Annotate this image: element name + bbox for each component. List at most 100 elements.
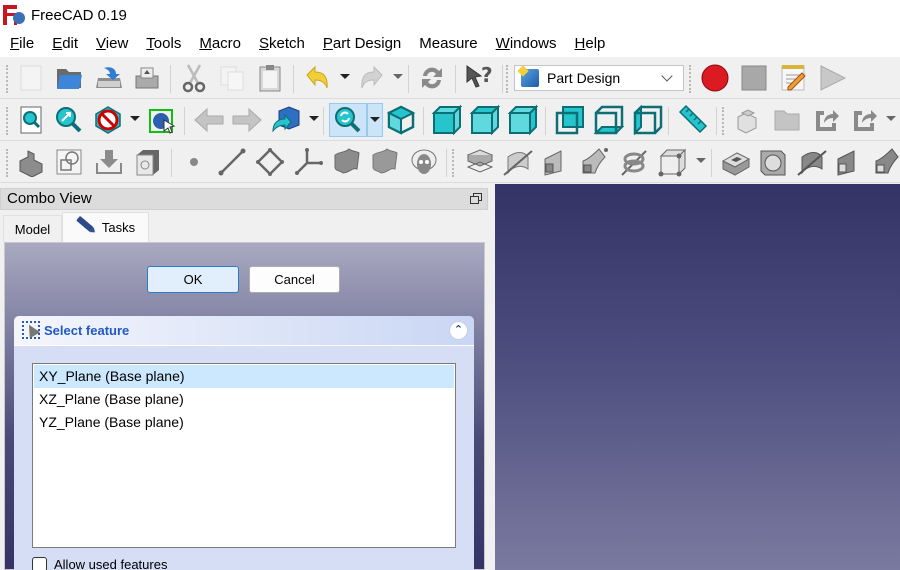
- create-sketch-icon: [56, 149, 82, 175]
- tab-tasks[interactable]: Tasks: [62, 212, 149, 242]
- left-view-button[interactable]: [630, 103, 664, 137]
- menu-tools[interactable]: Tools: [140, 30, 187, 57]
- toolbar-grip[interactable]: [6, 65, 9, 93]
- allow-used-features-label[interactable]: Allow used features: [54, 557, 167, 570]
- view-back-button[interactable]: [192, 103, 226, 137]
- paste-icon: [259, 65, 281, 92]
- link-actions-button[interactable]: [846, 103, 880, 137]
- view-forward-button[interactable]: [230, 103, 264, 137]
- toolbar-grip[interactable]: [6, 107, 9, 135]
- pocket-button[interactable]: [718, 145, 752, 179]
- create-sketch-button[interactable]: [52, 145, 86, 179]
- bottom-view-button[interactable]: [591, 103, 625, 137]
- macro-edit-button[interactable]: [776, 61, 810, 95]
- cut-button[interactable]: [177, 61, 211, 95]
- ok-button[interactable]: OK: [147, 266, 239, 293]
- fit-selection-button[interactable]: [52, 103, 86, 137]
- menu-view[interactable]: View: [90, 30, 134, 57]
- draw-style-dropdown-icon[interactable]: [130, 116, 140, 121]
- front-view-button[interactable]: [429, 103, 463, 137]
- refresh-button[interactable]: [415, 61, 449, 95]
- menu-macro[interactable]: Macro: [193, 30, 247, 57]
- additive-helix-button[interactable]: [617, 145, 651, 179]
- save-button[interactable]: [92, 61, 126, 95]
- list-item[interactable]: YZ_Plane (Base plane): [34, 411, 454, 434]
- menu-sketch[interactable]: Sketch: [253, 30, 311, 57]
- revolution-button[interactable]: [501, 145, 535, 179]
- menu-label: ile: [19, 35, 35, 52]
- additive-pipe-button[interactable]: [578, 145, 612, 179]
- toolbar-grip[interactable]: [452, 149, 455, 177]
- link-button[interactable]: [808, 103, 842, 137]
- hole-button[interactable]: [756, 145, 790, 179]
- new-document-button[interactable]: [14, 61, 48, 95]
- bounding-box-button[interactable]: [145, 103, 179, 137]
- macro-execute-button[interactable]: [815, 61, 849, 95]
- datum-plane-button[interactable]: [253, 145, 287, 179]
- right-view-button[interactable]: [505, 103, 539, 137]
- menu-file[interactable]: File: [4, 30, 40, 57]
- redo-button[interactable]: [355, 61, 389, 95]
- allow-used-features-checkbox[interactable]: [32, 557, 47, 570]
- menu-help[interactable]: Help: [569, 30, 612, 57]
- toolbar-grip[interactable]: [506, 65, 509, 93]
- undo-dropdown-icon[interactable]: [340, 74, 350, 79]
- additive-loft-button[interactable]: [540, 145, 574, 179]
- link-actions-dropdown-icon[interactable]: [886, 116, 896, 121]
- feature-list[interactable]: XY_Plane (Base plane) XZ_Plane (Base pla…: [32, 363, 456, 548]
- sync-view-button[interactable]: [329, 103, 367, 137]
- toolbar-grip[interactable]: [689, 65, 692, 93]
- redo-dropdown-icon[interactable]: [393, 74, 403, 79]
- subtractive-pipe-button[interactable]: [871, 145, 900, 179]
- macro-stop-button[interactable]: [737, 61, 771, 95]
- fit-all-button[interactable]: [14, 103, 48, 137]
- datum-point-button[interactable]: [177, 145, 211, 179]
- collapse-section-button[interactable]: ⌃: [449, 321, 468, 340]
- tab-model[interactable]: Model: [3, 215, 62, 242]
- isometric-view-button[interactable]: [384, 103, 418, 137]
- part-icon: [737, 109, 757, 134]
- copy-button[interactable]: [215, 61, 249, 95]
- top-view-button[interactable]: [467, 103, 501, 137]
- shape-binder-button[interactable]: [330, 145, 364, 179]
- list-item-label: XZ_Plane (Base plane): [39, 391, 184, 407]
- create-body-button[interactable]: [14, 145, 48, 179]
- additive-box-button[interactable]: [656, 145, 690, 179]
- list-item[interactable]: XY_Plane (Base plane): [34, 365, 454, 388]
- list-item[interactable]: XZ_Plane (Base plane): [34, 388, 454, 411]
- sync-view-dropdown[interactable]: [367, 103, 383, 137]
- subtractive-loft-button[interactable]: [833, 145, 867, 179]
- validate-sketch-button[interactable]: [92, 145, 126, 179]
- group-button[interactable]: [770, 103, 804, 137]
- draw-style-button[interactable]: [91, 103, 125, 137]
- toolbar-grip[interactable]: [6, 149, 9, 177]
- open-button[interactable]: [52, 61, 86, 95]
- menu-windows[interactable]: Windows: [490, 30, 563, 57]
- rear-view-button[interactable]: [552, 103, 586, 137]
- menu-measure[interactable]: Measure: [413, 30, 483, 57]
- local-coordinate-system-button[interactable]: [292, 145, 326, 179]
- measure-distance-button[interactable]: [675, 103, 709, 137]
- pad-button[interactable]: [463, 145, 497, 179]
- undock-icon[interactable]: [470, 193, 482, 204]
- send-to-python-button[interactable]: [269, 103, 303, 137]
- clone-button[interactable]: [131, 145, 165, 179]
- paste-button[interactable]: [253, 61, 287, 95]
- subshape-binder-button[interactable]: [368, 145, 402, 179]
- menu-edit[interactable]: Edit: [46, 30, 84, 57]
- toolbar-grip[interactable]: [722, 107, 725, 135]
- cancel-button[interactable]: Cancel: [249, 266, 340, 293]
- datum-line-button[interactable]: [215, 145, 249, 179]
- 3d-view[interactable]: [495, 184, 900, 570]
- menu-part-design[interactable]: Part Design: [317, 30, 407, 57]
- groove-button[interactable]: [795, 145, 829, 179]
- sub-shape-binder-sheep-button[interactable]: [407, 145, 441, 179]
- additive-primitive-dropdown-icon[interactable]: [696, 158, 706, 163]
- workbench-selector[interactable]: Part Design: [514, 65, 684, 91]
- send-to-python-dropdown-icon[interactable]: [309, 116, 319, 121]
- macro-record-button[interactable]: [698, 61, 732, 95]
- part-button[interactable]: [730, 103, 764, 137]
- whats-this-button[interactable]: ?: [462, 61, 496, 95]
- undo-button[interactable]: [300, 61, 334, 95]
- print-button[interactable]: [130, 61, 164, 95]
